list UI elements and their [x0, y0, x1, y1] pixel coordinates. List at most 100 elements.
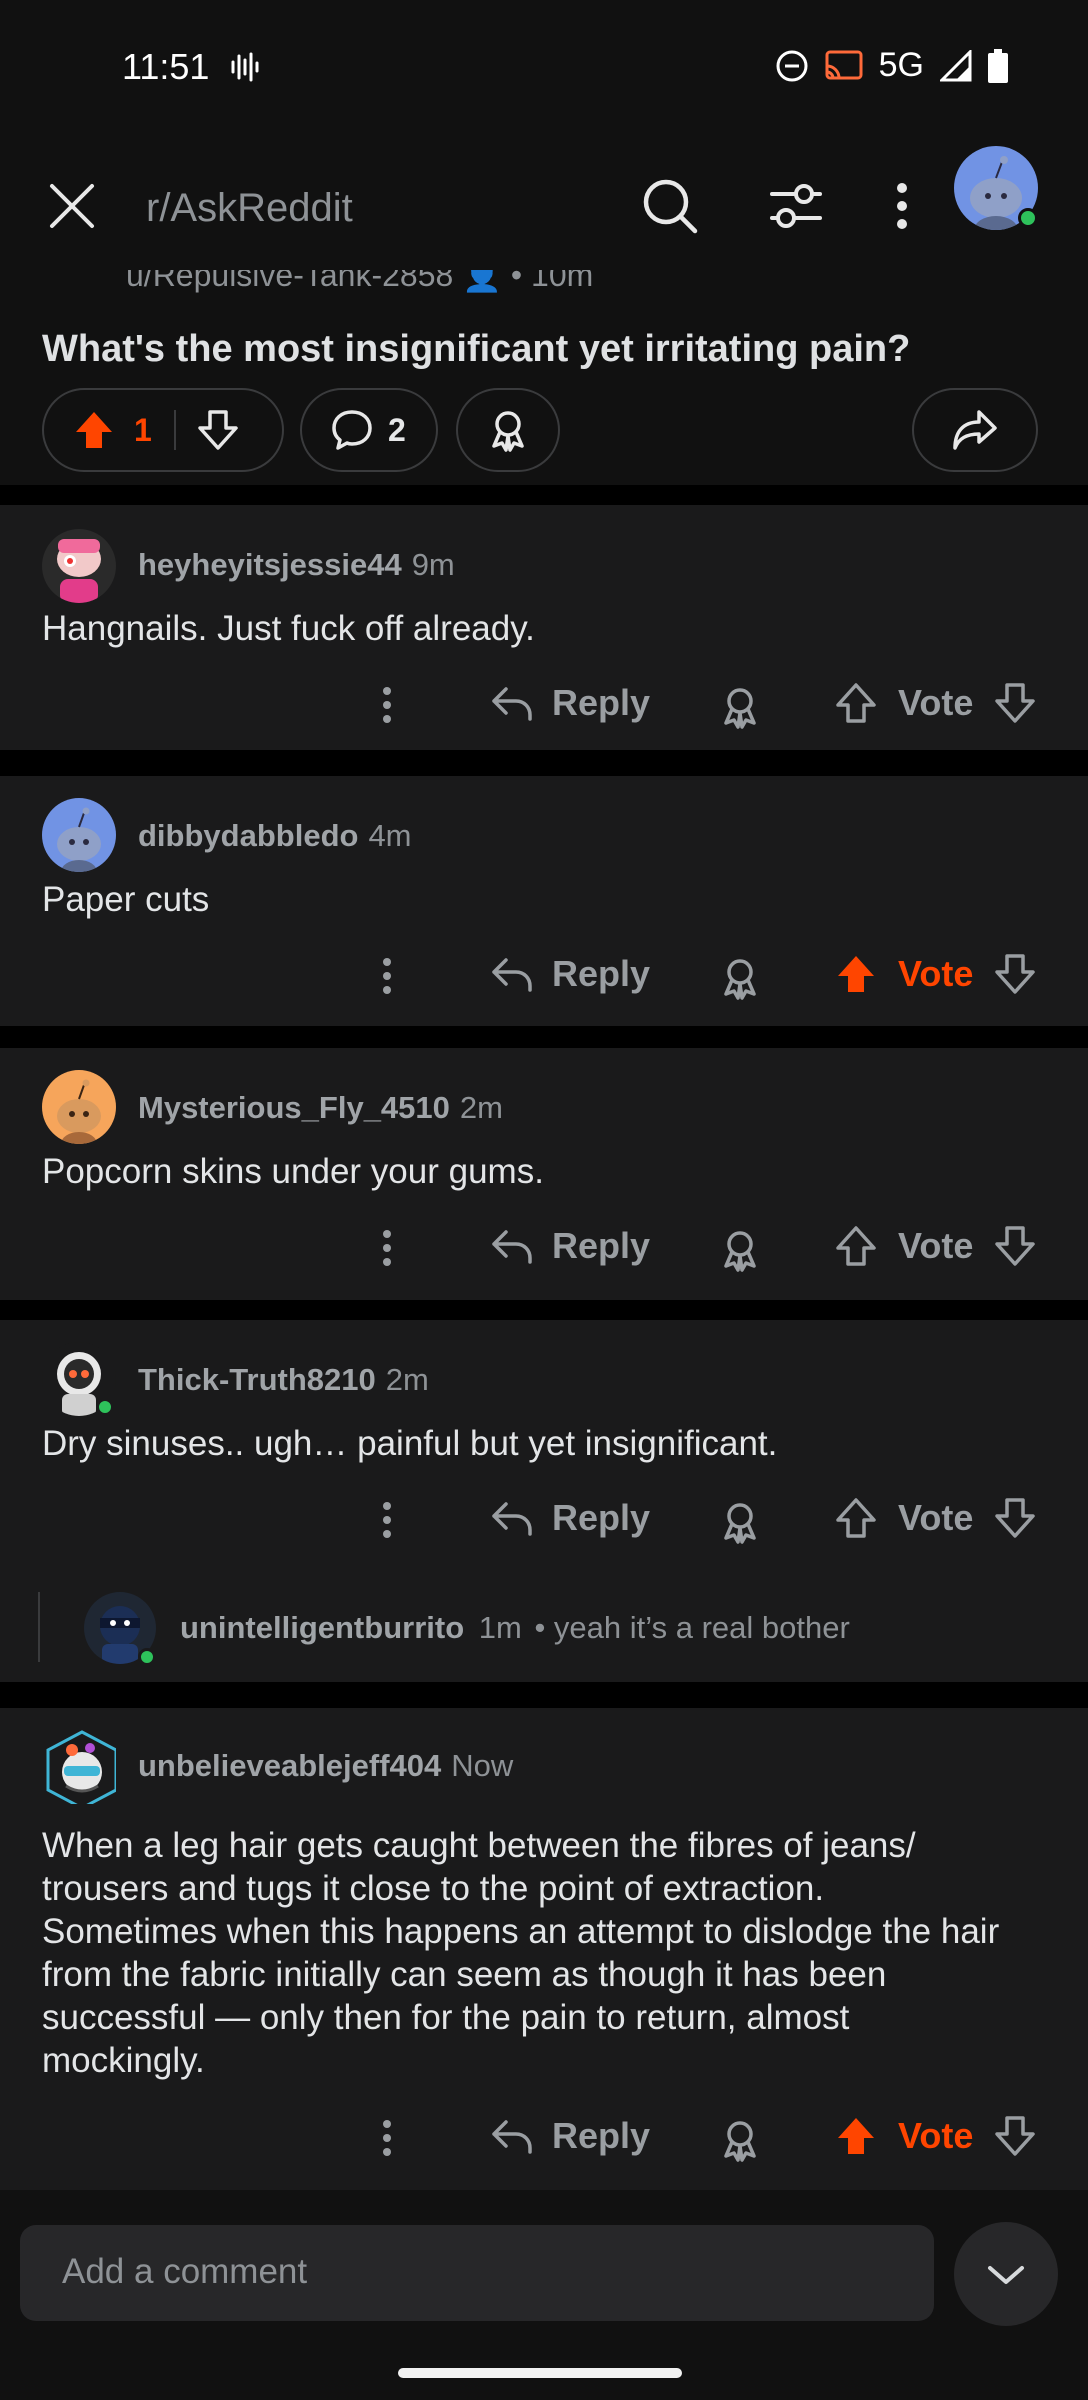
more-options-icon[interactable]	[372, 675, 402, 735]
more-options-icon[interactable]	[882, 176, 922, 236]
post-share-button[interactable]	[912, 388, 1038, 472]
award-icon[interactable]	[718, 956, 762, 1000]
snoo-avatar-icon	[57, 1079, 101, 1144]
reply-button[interactable]: Reply	[490, 952, 650, 996]
collapsed-reply[interactable]: unintelligentburrito 1m • yeah it’s a re…	[84, 1592, 1044, 1668]
award-icon[interactable]	[718, 1228, 762, 1272]
upvote-icon[interactable]	[834, 1496, 878, 1540]
award-icon[interactable]	[718, 1500, 762, 1544]
filter-icon[interactable]	[766, 176, 826, 236]
reply-icon	[492, 958, 532, 992]
more-options-icon[interactable]	[372, 946, 402, 1006]
reply-label: Reply	[552, 1225, 651, 1266]
comment-time: Now	[451, 1748, 514, 1783]
downvote-icon[interactable]	[196, 408, 240, 452]
avatar[interactable]	[42, 1730, 116, 1804]
downvote-icon[interactable]	[993, 1224, 1037, 1268]
comment-author[interactable]: Thick-Truth8210 2m	[138, 1362, 429, 1398]
vote-group: Vote	[834, 1224, 1037, 1268]
upvote-filled-icon[interactable]	[72, 408, 116, 452]
avatar[interactable]	[42, 529, 116, 603]
award-icon[interactable]	[718, 685, 762, 729]
comment-author[interactable]: heyheyitsjessie44 9m	[138, 547, 455, 583]
post-award-button[interactable]	[456, 388, 560, 472]
reply-icon	[492, 1230, 532, 1264]
post-header: u/Repulsive-Tank-2858 👤 • 10m What's the…	[0, 270, 1088, 485]
vote-group: Vote	[834, 681, 1037, 725]
collapsed-reply-line: unintelligentburrito 1m • yeah it’s a re…	[180, 1610, 850, 1646]
upvote-icon[interactable]	[834, 1224, 878, 1268]
comment-bubble-icon	[332, 410, 372, 450]
vote-label: Vote	[898, 953, 974, 994]
comment-actions: Reply Vote	[0, 675, 1088, 735]
home-indicator[interactable]	[398, 2368, 682, 2378]
downvote-icon[interactable]	[993, 681, 1037, 725]
downvote-icon[interactable]	[993, 952, 1037, 996]
comment: unbelieveablejeff404 Now When a leg hair …	[0, 1708, 1088, 2190]
username[interactable]: Mysterious_Fly_4510	[138, 1090, 450, 1125]
status-time: 11:51	[122, 46, 210, 87]
search-icon[interactable]	[640, 176, 700, 236]
comment: heyheyitsjessie44 9m Hangnails. Just fuck…	[0, 505, 1088, 750]
avatar[interactable]	[42, 798, 116, 872]
vote-label: Vote	[898, 1225, 974, 1266]
username[interactable]: Thick-Truth8210	[138, 1362, 376, 1397]
comment-actions: Reply Vote	[0, 1490, 1088, 1550]
post-title: What's the most insignificant yet irrita…	[42, 328, 911, 370]
username[interactable]: unbelieveablejeff404	[138, 1748, 441, 1783]
avatar[interactable]	[42, 1070, 116, 1144]
comment-author[interactable]: unbelieveablejeff404 Now	[138, 1748, 513, 1784]
comment-author[interactable]: Mysterious_Fly_4510 2m	[138, 1090, 503, 1126]
comment-body: Hangnails. Just fuck off already.	[42, 609, 535, 648]
vote-group: Vote	[834, 952, 1037, 996]
snoo-avatar-icon	[57, 539, 101, 603]
upvote-icon[interactable]	[834, 681, 878, 725]
username[interactable]: heyheyitsjessie44	[138, 547, 402, 582]
award-icon[interactable]	[718, 2118, 762, 2162]
share-icon	[953, 410, 997, 450]
more-options-icon[interactable]	[372, 1218, 402, 1278]
upvote-filled-icon[interactable]	[834, 952, 878, 996]
close-icon[interactable]	[44, 178, 100, 234]
comment-time: 2m	[385, 1362, 429, 1397]
separator	[0, 1300, 1088, 1320]
more-options-icon[interactable]	[372, 2108, 402, 2168]
reply-button[interactable]: Reply	[490, 681, 650, 725]
downvote-icon[interactable]	[993, 1496, 1037, 1540]
vote-group: Vote	[834, 2114, 1037, 2158]
reply-button[interactable]: Reply	[490, 2114, 650, 2158]
dnd-icon	[776, 50, 808, 81]
downvote-icon[interactable]	[993, 2114, 1037, 2158]
reply-label: Reply	[552, 682, 651, 723]
post-vote-count: 1	[134, 411, 152, 448]
cast-icon	[825, 50, 863, 79]
snoo-avatar-icon	[57, 807, 101, 872]
comment-time: 1m	[478, 1610, 522, 1645]
upvote-filled-icon[interactable]	[834, 2114, 878, 2158]
post-meta[interactable]: u/Repulsive-Tank-2858 👤 • 10m	[126, 270, 593, 294]
more-options-icon[interactable]	[372, 1490, 402, 1550]
top-app-bar: r/AskReddit	[0, 130, 1088, 280]
username[interactable]: unintelligentburrito	[180, 1610, 464, 1645]
collapse-button[interactable]	[954, 2222, 1058, 2326]
comment-body: When a leg hair gets caught between the …	[42, 1826, 1000, 2080]
vote-label: Vote	[898, 2115, 974, 2156]
username[interactable]: dibbydabbledo	[138, 818, 358, 853]
voice-wave-icon	[231, 52, 259, 82]
reply-button[interactable]: Reply	[490, 1224, 650, 1268]
reply-label: Reply	[552, 2115, 651, 2156]
add-comment-input[interactable]: Add a comment	[20, 2225, 934, 2321]
comment-actions: Reply Vote	[0, 946, 1088, 1006]
post-comments-button[interactable]: 2	[300, 388, 438, 472]
reply-label: Reply	[552, 1497, 651, 1538]
status-bar: 11:51 5G	[0, 0, 1088, 130]
post-comment-count: 2	[388, 411, 406, 448]
online-status-dot	[96, 1398, 114, 1416]
reply-icon	[492, 1502, 532, 1536]
comment-time: 4m	[368, 818, 412, 853]
reply-button[interactable]: Reply	[490, 1496, 650, 1540]
subreddit-search-field[interactable]: r/AskReddit	[146, 186, 353, 231]
vote-label: Vote	[898, 1497, 974, 1538]
snoo-avatar-icon	[46, 1730, 116, 1804]
comment-author[interactable]: dibbydabbledo 4m	[138, 818, 412, 854]
